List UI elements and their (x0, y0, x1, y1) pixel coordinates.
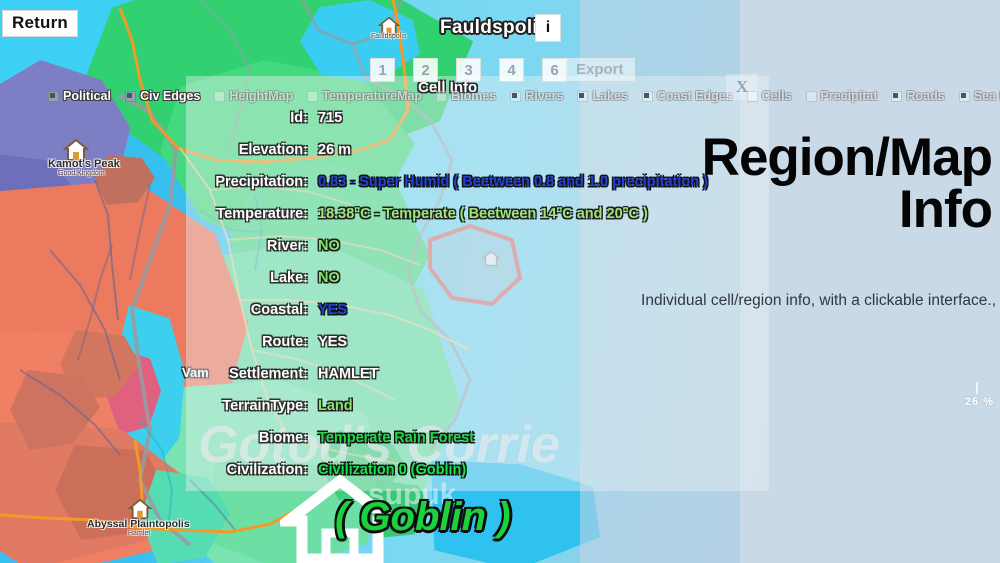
checkbox-icon[interactable] (214, 90, 226, 102)
checkbox-icon[interactable] (891, 90, 903, 102)
cell-info-key: Coastal: (250, 302, 308, 318)
export-button[interactable]: Export (565, 58, 635, 81)
cell-info-key: Precipitation: (215, 174, 308, 190)
return-button[interactable]: Return (2, 10, 78, 37)
page-button-4[interactable]: 4 (499, 58, 524, 82)
cell-info-value: Land (318, 398, 353, 414)
overlay-subtitle: Individual cell/region info, with a clic… (641, 292, 996, 309)
page-button-6[interactable]: 6 (542, 58, 567, 82)
layer-toggle-biomes[interactable]: Biomes (436, 89, 496, 103)
cell-info-row: Settlement: HAMLET (186, 366, 806, 398)
layer-toggle-precipitat[interactable]: Precipitat (805, 89, 878, 103)
cell-info-value: Temperate Rain Forest (318, 430, 475, 446)
city-title: Fauldspolis (440, 17, 549, 38)
cell-info-value: YES (318, 334, 348, 350)
layer-toggle-coast-edges[interactable]: Coast Edges (641, 89, 733, 103)
layer-toggle-label: TemperatureMap (322, 89, 423, 103)
layer-toggle-lakes[interactable]: Lakes (577, 89, 628, 103)
checkbox-icon[interactable] (436, 90, 448, 102)
layer-toggle-label: Biomes (451, 89, 497, 103)
cell-info-key: Lake: (270, 270, 308, 286)
page-button-2[interactable]: 2 (413, 58, 438, 82)
checkbox-icon[interactable] (124, 90, 136, 102)
cell-info-key: Temperature: (216, 206, 308, 222)
checkbox-icon[interactable] (577, 90, 589, 102)
page-number-buttons: 12346 (370, 58, 567, 82)
page-button-1[interactable]: 1 (370, 58, 395, 82)
close-icon[interactable]: X (726, 74, 758, 100)
house-icon (377, 16, 401, 41)
layer-toggle-label: Civ Edges (139, 89, 201, 103)
layer-toggle-label: Sea Routes (973, 89, 1000, 103)
cell-info-key: Route: (262, 334, 308, 350)
zoom-percent-label: 26 % (964, 396, 994, 408)
layer-toggle-temperaturemap[interactable]: TemperatureMap (307, 89, 422, 103)
house-icon (62, 138, 90, 167)
info-icon[interactable]: i (535, 14, 561, 42)
checkbox-icon[interactable] (48, 90, 59, 102)
cell-info-row: Civilization: Civilization 0 (Goblin) (186, 462, 806, 494)
goblin-label: ( Goblin ) (335, 495, 511, 539)
cell-info-value: YES (318, 302, 348, 318)
cell-info-key: Id: (290, 110, 308, 126)
layer-toggle-sea-routes[interactable]: Sea Routes (958, 89, 1000, 103)
overlay-title: Region/Map Info (472, 128, 993, 239)
layer-toggle-label: HeightMap (229, 89, 294, 103)
layer-toggle-roads[interactable]: Roads (891, 89, 945, 103)
cell-info-key: Elevation: (238, 142, 308, 158)
house-icon (127, 498, 153, 525)
cell-info-row: Route: YES (186, 334, 806, 366)
checkbox-icon[interactable] (307, 90, 319, 102)
cell-info-value: NO (318, 270, 340, 286)
layer-toggle-rivers[interactable]: Rivers (510, 89, 563, 103)
checkbox-icon[interactable] (641, 90, 653, 102)
checkbox-icon[interactable] (958, 90, 970, 102)
layer-toggle-civ-edges[interactable]: Civ Edges (124, 89, 201, 103)
layer-toggle-label: Lakes (592, 89, 628, 103)
layer-toggle-label: Coast Edges (656, 89, 733, 103)
cell-info-value: 26 m (318, 142, 352, 158)
cell-info-value: 715 (318, 110, 343, 126)
cell-info-key: TerrainType: (222, 398, 308, 414)
cell-info-key: River: (266, 238, 308, 254)
cell-info-key: Biome: (258, 430, 308, 446)
app-root: Kamot's Peak Good Kingdom Abyssal Plaint… (0, 0, 1000, 563)
layer-toggle-heightmap[interactable]: HeightMap (214, 89, 293, 103)
scale-tick (976, 382, 978, 394)
layer-toolbar: Political Civ Edges HeightMap TemperatureMa… (48, 89, 1000, 103)
layer-toggle-label: Political (63, 89, 111, 103)
cell-info-value: HAMLET (318, 366, 379, 382)
cell-info-row: Biome: Temperate Rain Forest (186, 430, 806, 462)
cell-info-value: NO (318, 238, 340, 254)
page-button-3[interactable]: 3 (456, 58, 481, 82)
overlay-title-line1: Region/Map (701, 128, 993, 187)
cell-info-row: TerrainType: Land (186, 398, 806, 430)
checkbox-icon[interactable] (510, 90, 522, 102)
layer-toggle-label: Cells (761, 89, 792, 103)
cell-info-row: River: NO (186, 238, 806, 270)
cell-info-key: Settlement: (229, 366, 308, 382)
overlay-title-line2: Info (898, 179, 993, 239)
layer-toggle-label: Precipitat (820, 89, 878, 103)
checkbox-icon[interactable] (805, 90, 817, 102)
layer-toggle-label: Rivers (525, 89, 564, 103)
layer-toggle-political[interactable]: Political (48, 89, 111, 103)
layer-toggle-label: Roads (906, 89, 945, 103)
